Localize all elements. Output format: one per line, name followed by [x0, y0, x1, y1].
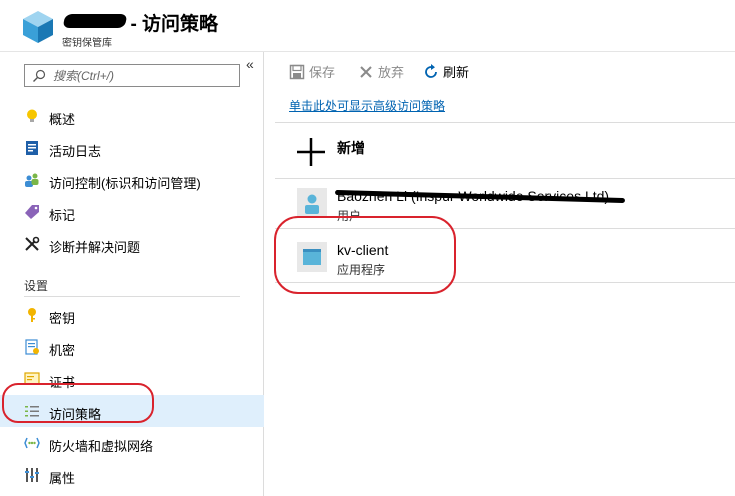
section-divider [24, 296, 240, 297]
save-label: 保存 [309, 65, 336, 80]
nav-item-label: 访问策略 [49, 407, 102, 422]
search-box[interactable] [24, 64, 240, 87]
nav-item-label: 属性 [49, 471, 76, 486]
access-policies-content: 保存 放弃 刷新 单击此处可显示高级访问策略 新增 用户 kv-client 应… [265, 52, 735, 496]
settings-section-label: 设置 [24, 279, 49, 293]
nav-item-label: 证书 [49, 375, 76, 390]
close-icon [360, 65, 372, 78]
nav-item-firewall[interactable]: 防火墙和虚拟网络 [0, 427, 264, 459]
nav-item-label: 标记 [49, 208, 76, 223]
policy-entry-application[interactable]: kv-client 应用程序 [275, 232, 735, 280]
properties-icon [25, 468, 39, 482]
row-divider [275, 122, 735, 123]
nav-item-label: 活动日志 [49, 144, 102, 159]
nav-item-overview[interactable]: 概述 [0, 100, 264, 132]
nav-item-label: 密钥 [49, 311, 76, 326]
save-icon [289, 64, 305, 79]
search-icon [33, 69, 46, 82]
user-icon [297, 188, 327, 218]
users-icon [25, 173, 39, 187]
nav-item-properties[interactable]: 属性 [0, 459, 264, 491]
wrench-icon [25, 236, 40, 251]
page-subtitle: 密钥保管库 [62, 38, 112, 49]
add-new-label: 新增 [337, 140, 365, 156]
row-divider [275, 282, 735, 283]
application-icon [297, 242, 327, 272]
blade-header: - 访问策略 密钥保管库 [0, 0, 735, 52]
entry-type: 应用程序 [337, 263, 386, 277]
activity-log-icon [26, 141, 38, 155]
key-icon [28, 308, 36, 322]
refresh-icon [425, 63, 437, 78]
nav-item-certificates[interactable]: 证书 [0, 363, 264, 395]
discard-button[interactable]: 放弃 [358, 62, 404, 81]
nav-item-keys[interactable]: 密钥 [0, 299, 264, 331]
nav-item-label: 防火墙和虚拟网络 [49, 439, 154, 454]
certificate-icon [24, 372, 40, 385]
secret-icon [25, 339, 39, 355]
refresh-label: 刷新 [443, 65, 470, 80]
resource-menu: « 概述 活动日志 访问控制(标识和访问管理) 标记 [0, 52, 264, 496]
nav-item-secrets[interactable]: 机密 [0, 331, 264, 363]
tag-icon [25, 205, 39, 219]
entry-name: kv-client [337, 242, 389, 258]
policy-entry-user[interactable]: Baozhen Li (Inspur Worldwide Services Lt… [275, 178, 735, 226]
collapse-menu-button[interactable]: « [246, 56, 254, 72]
nav-item-label: 访问控制(标识和访问管理) [49, 176, 201, 191]
nav-item-diagnose[interactable]: 诊断并解决问题 [0, 228, 264, 260]
nav-item-label: 诊断并解决问题 [49, 240, 141, 255]
nav-item-tags[interactable]: 标记 [0, 196, 264, 228]
save-button[interactable]: 保存 [289, 62, 335, 81]
nav-item-activity-log[interactable]: 活动日志 [0, 132, 264, 164]
command-bar: 保存 放弃 刷新 [265, 52, 735, 88]
redacted-vault-name [62, 14, 128, 28]
row-divider [275, 228, 735, 229]
refresh-button[interactable]: 刷新 [423, 62, 469, 81]
policy-list-icon [25, 406, 39, 417]
nav-item-access-control[interactable]: 访问控制(标识和访问管理) [0, 164, 264, 196]
search-input[interactable] [53, 67, 233, 84]
nav-item-label: 机密 [49, 343, 76, 358]
key-vault-cube-icon [23, 11, 53, 43]
add-new-button[interactable]: 新增 [275, 124, 735, 176]
discard-label: 放弃 [378, 65, 405, 80]
plus-icon [297, 138, 325, 166]
lightbulb-icon [27, 109, 37, 122]
nav-item-label: 概述 [49, 112, 76, 127]
network-icon [24, 437, 40, 449]
nav-item-access-policies[interactable]: 访问策略 [0, 395, 264, 427]
entry-type: 用户 [337, 209, 362, 223]
show-advanced-policies-link[interactable]: 单击此处可显示高级访问策略 [289, 97, 445, 114]
page-title: - 访问策略 [130, 14, 219, 35]
